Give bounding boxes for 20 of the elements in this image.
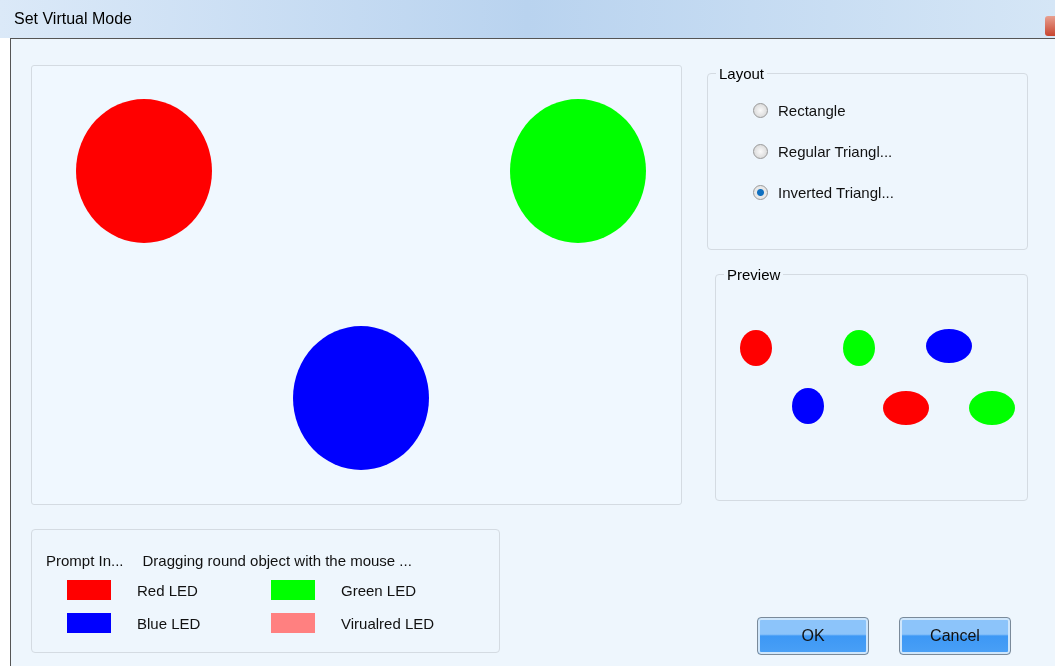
radio-button[interactable] bbox=[753, 185, 768, 200]
legend-label: Red LED bbox=[137, 581, 199, 599]
led-circle[interactable] bbox=[293, 326, 429, 470]
legend-label: Virualred LED bbox=[341, 614, 436, 632]
radio-label[interactable]: Inverted Triangl... bbox=[778, 184, 894, 201]
ok-button[interactable]: OK bbox=[757, 617, 869, 655]
radio-button[interactable] bbox=[753, 103, 768, 118]
group-title: Layout bbox=[718, 65, 766, 82]
close-button[interactable] bbox=[1045, 16, 1055, 36]
radio-button[interactable] bbox=[753, 144, 768, 159]
window-title: Set Virtual Mode bbox=[14, 10, 132, 28]
led-circle[interactable] bbox=[76, 99, 212, 243]
prompt-message: Dragging round object with the mouse ... bbox=[142, 552, 412, 569]
prompt-label: Prompt In... bbox=[46, 552, 124, 569]
group-title: Preview bbox=[726, 266, 782, 283]
legend-label: Green LED bbox=[341, 581, 418, 599]
legend-label: Blue LED bbox=[137, 614, 202, 632]
cancel-button[interactable]: Cancel bbox=[899, 617, 1011, 655]
radio-label[interactable]: Rectangle bbox=[778, 102, 846, 119]
radio-label[interactable]: Regular Triangl... bbox=[778, 143, 893, 160]
